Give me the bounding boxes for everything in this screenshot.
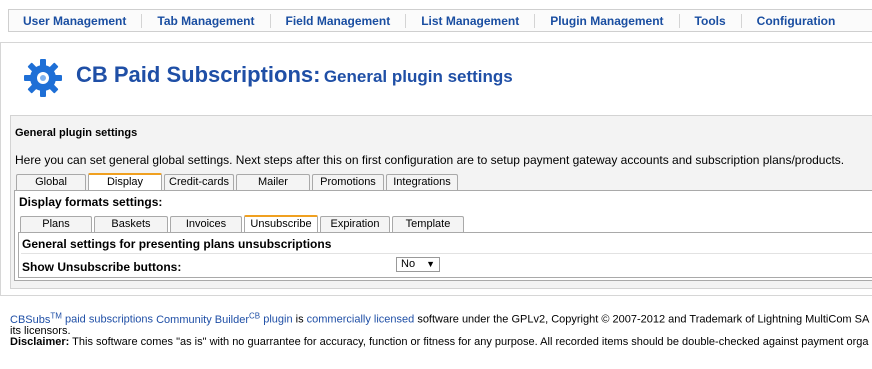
subtab-baskets[interactable]: Baskets	[94, 216, 168, 232]
commercially-licensed-link[interactable]: commercially licensed	[307, 314, 415, 326]
display-formats-title: Display formats settings:	[19, 195, 163, 209]
main-tabs: Global Display Credit-cards Mailer Promo…	[16, 172, 460, 191]
disclaimer-text: This software comes "as is" with no guar…	[72, 335, 869, 348]
chevron-down-icon: ▼	[426, 259, 435, 269]
tab-credit-cards[interactable]: Credit-cards	[164, 174, 234, 190]
divider	[21, 253, 872, 254]
menu-plugin-management[interactable]: Plugin Management	[535, 13, 680, 28]
show-unsubscribe-label: Show Unsubscribe buttons:	[22, 260, 182, 274]
tab-mailer[interactable]: Mailer	[236, 174, 310, 190]
tab-promotions[interactable]: Promotions	[312, 174, 384, 190]
subtab-expiration[interactable]: Expiration	[320, 216, 390, 232]
menu-list-management[interactable]: List Management	[406, 13, 536, 28]
plugin-link[interactable]: plugin	[263, 314, 292, 326]
community-builder-link[interactable]: Community BuilderCB	[156, 311, 260, 326]
select-value: No	[401, 258, 416, 270]
show-unsubscribe-select[interactable]: No ▼	[396, 257, 440, 272]
page-title: CB Paid Subscriptions: General plugin se…	[76, 62, 513, 88]
section-title: General plugin settings	[15, 127, 138, 139]
disclaimer-label: Disclaimer:	[10, 335, 70, 348]
menu-tools[interactable]: Tools	[680, 13, 742, 28]
subtab-unsubscribe[interactable]: Unsubscribe	[244, 215, 318, 233]
menu-field-management[interactable]: Field Management	[271, 13, 407, 28]
section-intro: Here you can set general global settings…	[15, 153, 845, 167]
subtab-template[interactable]: Template	[392, 216, 464, 232]
subtab-plans[interactable]: Plans	[20, 216, 92, 232]
tab-global[interactable]: Global	[16, 174, 86, 190]
menu-configuration[interactable]: Configuration	[742, 14, 851, 28]
sub-tabs: Plans Baskets Invoices Unsubscribe Expir…	[20, 214, 466, 233]
menu-user-management[interactable]: User Management	[9, 13, 143, 28]
page-title-main: CB Paid Subscriptions:	[76, 62, 321, 87]
subtab-invoices[interactable]: Invoices	[170, 216, 242, 232]
footer-line-1: CBSubsTM paid subscriptions Community Bu…	[10, 310, 869, 326]
page-title-sub: General plugin settings	[323, 67, 513, 86]
menu-tab-management[interactable]: Tab Management	[142, 13, 271, 28]
footer-disclaimer: Disclaimer: This software comes "as is" …	[10, 335, 869, 348]
tab-integrations[interactable]: Integrations	[386, 174, 458, 190]
tab-display[interactable]: Display	[88, 173, 162, 191]
top-menu-bar: User Management Tab Management Field Man…	[8, 9, 872, 32]
unsubscribe-settings-title: General settings for presenting plans un…	[22, 237, 332, 251]
footer: CBSubsTM paid subscriptions Community Bu…	[10, 310, 869, 348]
footer-is: is	[295, 313, 304, 326]
gear-icon	[24, 59, 62, 97]
cbsubs-link[interactable]: CBSubsTM	[10, 311, 62, 326]
license-text: software under the GPLv2, Copyright © 20…	[417, 313, 870, 326]
paid-subscriptions-link[interactable]: paid subscriptions	[65, 314, 153, 326]
